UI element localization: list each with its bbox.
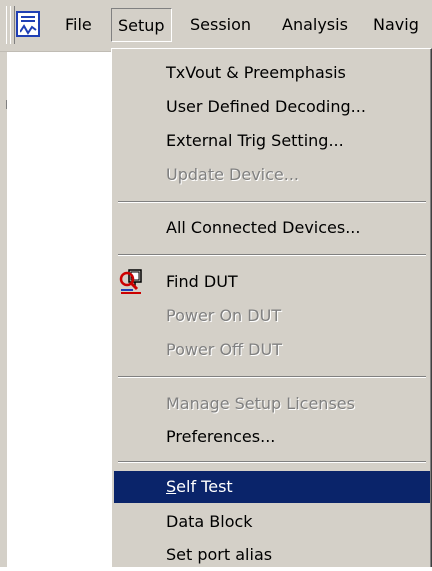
menu-bar: File Setup Session Analysis Navig xyxy=(0,0,432,52)
toolbar-grip-secondary[interactable] xyxy=(10,6,15,44)
menu-item-external-trig-setting[interactable]: External Trig Setting... xyxy=(114,125,430,157)
menu-item-txvout-preemphasis[interactable]: TxVout & Preemphasis xyxy=(114,57,430,89)
menu-item-label: Find DUT xyxy=(166,272,238,291)
app-document-icon[interactable] xyxy=(16,11,40,37)
menu-separator xyxy=(118,201,426,203)
menu-item-label: Power Off DUT xyxy=(166,340,282,359)
menu-item-label-rest: elf Test xyxy=(176,477,233,496)
menu-item-preferences[interactable]: Preferences... xyxy=(114,421,430,453)
setup-dropdown-menu: TxVout & Preemphasis User Defined Decodi… xyxy=(111,48,432,567)
menu-separator xyxy=(118,376,426,378)
menu-item-label: Preferences... xyxy=(166,427,276,446)
menu-item-power-off-dut: Power Off DUT xyxy=(114,334,430,366)
app-icon-waveform xyxy=(20,24,37,35)
edge-tick xyxy=(6,100,7,109)
menu-item-find-dut[interactable]: Find DUT xyxy=(114,266,430,298)
menu-item-label: Update Device... xyxy=(166,165,300,184)
menu-item-power-on-dut: Power On DUT xyxy=(114,300,430,332)
menu-item-label: TxVout & Preemphasis xyxy=(166,63,346,82)
menu-item-label: Data Block xyxy=(166,512,253,531)
menu-item-label: All Connected Devices... xyxy=(166,218,361,237)
menu-item-label: User Defined Decoding... xyxy=(166,97,366,116)
menu-navigate[interactable]: Navig xyxy=(367,8,425,42)
menu-setup[interactable]: Setup xyxy=(111,8,172,42)
menu-item-label: Self Test xyxy=(166,471,233,503)
menu-file[interactable]: File xyxy=(59,8,98,42)
menu-item-manage-setup-licenses: Manage Setup Licenses xyxy=(114,388,430,420)
menu-item-set-port-alias[interactable]: Set port alias xyxy=(114,539,430,571)
find-dut-icon xyxy=(119,269,142,294)
menu-item-update-device: Update Device... xyxy=(114,159,430,191)
app-icon-line xyxy=(21,16,35,18)
menu-item-all-connected-devices[interactable]: All Connected Devices... xyxy=(114,212,430,244)
menu-item-label: Manage Setup Licenses xyxy=(166,394,355,413)
menu-item-label: Set port alias xyxy=(166,545,273,564)
menu-item-label: Power On DUT xyxy=(166,306,282,325)
menu-separator xyxy=(118,254,426,256)
app-icon-line xyxy=(21,20,35,22)
menu-item-user-defined-decoding[interactable]: User Defined Decoding... xyxy=(114,91,430,123)
menu-item-label: External Trig Setting... xyxy=(166,131,344,150)
window-left-edge xyxy=(0,0,7,567)
menu-item-self-test[interactable]: Self Test xyxy=(114,471,430,503)
mnemonic-letter: S xyxy=(166,477,177,496)
menu-item-data-block[interactable]: Data Block xyxy=(114,506,430,538)
menu-session[interactable]: Session xyxy=(184,8,257,42)
menu-separator xyxy=(118,461,426,463)
menu-analysis[interactable]: Analysis xyxy=(276,8,354,42)
